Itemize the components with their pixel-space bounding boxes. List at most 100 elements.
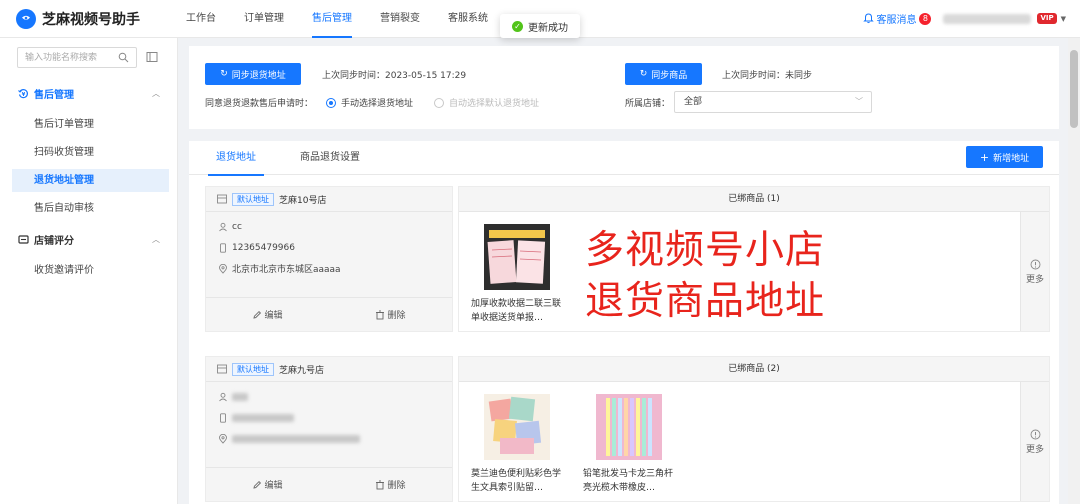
store-name: 芝麻九号店 (279, 365, 325, 376)
sidebar-item-invite-review[interactable]: 收货邀请评价 (12, 259, 169, 282)
phone-icon (220, 242, 226, 253)
address-text-blurred (232, 434, 360, 443)
user-icon (219, 222, 227, 231)
edit-label: 编辑 (264, 311, 283, 321)
edit-label: 编辑 (264, 481, 283, 491)
product-thumbnail (596, 394, 662, 460)
sidebar: ¥ 售后管理 ︿ 售后订单管理 扫码收货管理 退货地址管理 售后自动审核 店铺评… (0, 38, 178, 504)
sidebar-item-after-sales-orders[interactable]: 售后订单管理 (12, 113, 169, 136)
address-actions: 编辑 删除 (206, 467, 452, 501)
radio-auto-address[interactable]: 自动选择默认退货地址 (434, 96, 539, 109)
check-icon: ✓ (512, 20, 523, 32)
sync-return-address-button[interactable]: ↻ 同步退货地址 (205, 63, 301, 85)
tab-bar: 退货地址 商品退货设置 + 新增地址 (189, 141, 1059, 176)
chevron-down-icon[interactable]: ▼ (1061, 15, 1066, 23)
function-search-input[interactable] (18, 48, 108, 67)
more-button[interactable]: 更多 (1020, 382, 1049, 501)
edit-button[interactable]: 编辑 (206, 468, 329, 501)
sync-panel: ↻ 同步退货地址 上次同步时间：2023-05-15 17:29 同意退货退款售… (189, 46, 1059, 129)
radio-manual-address[interactable]: 手动选择退货地址 (326, 96, 413, 109)
more-label: 更多 (1025, 444, 1044, 455)
bound-products-title: 已绑商品 (1) (459, 187, 1049, 212)
nav-customer-service[interactable]: 客服系统 (448, 0, 488, 38)
phone-number: 12365479966 (232, 242, 295, 253)
store-select[interactable]: 全部 ﹀ (674, 91, 872, 113)
sidebar-group-label: 店铺评分 (34, 235, 74, 247)
service-label: 客服消息 (876, 15, 917, 26)
refresh-icon: ↻ (220, 69, 228, 79)
sidebar-item-auto-review[interactable]: 售后自动审核 (12, 197, 169, 220)
nav-after-sales[interactable]: 售后管理 (312, 0, 352, 38)
product-thumbnail (484, 394, 550, 460)
sidebar-group-after-sales[interactable]: ¥ 售后管理 ︿ (18, 85, 168, 101)
edit-icon (253, 480, 262, 489)
trash-icon (376, 310, 385, 319)
address-text: 北京市北京市东城区aaaaa (232, 265, 341, 275)
search-icon[interactable] (118, 52, 129, 63)
phone-icon (220, 412, 226, 423)
more-label: 更多 (1025, 274, 1044, 285)
product-thumbnail (484, 224, 550, 290)
delete-button[interactable]: 删除 (329, 298, 452, 331)
scrollbar-thumb[interactable] (1070, 50, 1078, 128)
top-bar: 芝麻视频号助手 工作台 订单管理 售后管理 营销裂变 客服系统 ✓ 更新成功 客… (0, 0, 1080, 38)
store-filter-label: 所属店铺： (625, 99, 671, 109)
logo-icon (16, 9, 36, 29)
tab-goods-return-settings[interactable]: 商品退货设置 (300, 141, 360, 175)
product-card[interactable]: 加厚收款收据二联三联单收据送货单报… (471, 224, 563, 325)
add-address-button[interactable]: + 新增地址 (966, 146, 1043, 168)
plus-icon: + (979, 150, 990, 164)
radio-circle (326, 97, 336, 108)
product-card[interactable]: 莫兰迪色便利贴彩色学生文具索引贴留… (471, 394, 563, 495)
app-logo[interactable]: 芝麻视频号助手 (16, 9, 140, 29)
bound-products: 已绑商品 (2) 莫兰迪色便利贴彩色学生文具索引贴留… 铅笔批发马卡龙三角杆亮光… (458, 356, 1050, 502)
top-nav: 工作台 订单管理 售后管理 营销裂变 客服系统 (186, 0, 516, 38)
tab-return-address[interactable]: 退货地址 (208, 141, 264, 176)
refund-icon: ¥ (18, 88, 28, 98)
phone-number-blurred (232, 413, 294, 422)
vip-badge: VIP (1037, 13, 1057, 24)
service-messages[interactable]: 客服消息 8 (863, 11, 932, 26)
chevron-up-icon: ︿ (152, 234, 160, 244)
nav-workbench[interactable]: 工作台 (186, 0, 216, 38)
refresh-icon: ↻ (639, 69, 648, 79)
edit-icon (253, 310, 262, 319)
bound-products-title: 已绑商品 (2) (459, 357, 1049, 382)
phone-row (206, 411, 452, 424)
goods-last-sync: 上次同步时间：未同步 (722, 71, 813, 81)
sidebar-group-store-rating[interactable]: 店铺评分 ︿ (18, 231, 168, 247)
more-button[interactable]: 更多 (1020, 212, 1049, 331)
store-name: 芝麻10号店 (279, 195, 327, 206)
promo-line-1: 多视频号小店 (585, 228, 826, 273)
edit-button[interactable]: 编辑 (206, 298, 329, 331)
store-icon (217, 364, 227, 374)
sidebar-item-return-address[interactable]: 退货地址管理 (12, 169, 169, 192)
page-scrollbar[interactable] (1068, 38, 1080, 504)
delete-button[interactable]: 删除 (329, 468, 452, 501)
product-name: 莫兰迪色便利贴彩色学生文具索引贴留… (471, 469, 562, 493)
function-search (17, 47, 137, 68)
promo-overlay-text: 多视频号小店 退货商品地址 (585, 225, 825, 327)
store-rating-icon (18, 234, 29, 244)
sync-goods-button[interactable]: ↻ 同步商品 (625, 63, 702, 85)
address-header: 默认地址 芝麻10号店 (206, 187, 452, 212)
info-circle-icon (1030, 259, 1040, 269)
default-address-tag: 默认地址 (232, 362, 274, 376)
account-name-blurred[interactable] (943, 13, 1032, 24)
address-header: 默认地址 芝麻九号店 (206, 357, 452, 382)
location-icon (219, 433, 227, 444)
sidebar-item-scan-receive[interactable]: 扫码收货管理 (12, 141, 169, 164)
nav-marketing[interactable]: 营销裂变 (380, 0, 420, 38)
chevron-down-icon: ﹀ (855, 97, 863, 106)
product-card[interactable]: 铅笔批发马卡龙三角杆亮光榄木带橡皮… (583, 394, 675, 495)
trash-icon (376, 480, 385, 489)
add-address-label: 新增地址 (993, 153, 1030, 164)
toast-text: 更新成功 (528, 22, 568, 34)
sidebar-collapse-icon[interactable] (146, 51, 158, 63)
agree-refund-label: 同意退货退款售后申请时： (205, 99, 314, 109)
address-row (206, 432, 452, 445)
nav-orders[interactable]: 订单管理 (244, 0, 284, 38)
contact-row (206, 390, 452, 403)
address-info: 默认地址 芝麻10号店 cc 12365479966 北京市北京市东城区aaaa… (205, 186, 453, 332)
sidebar-group-label: 售后管理 (34, 89, 74, 101)
